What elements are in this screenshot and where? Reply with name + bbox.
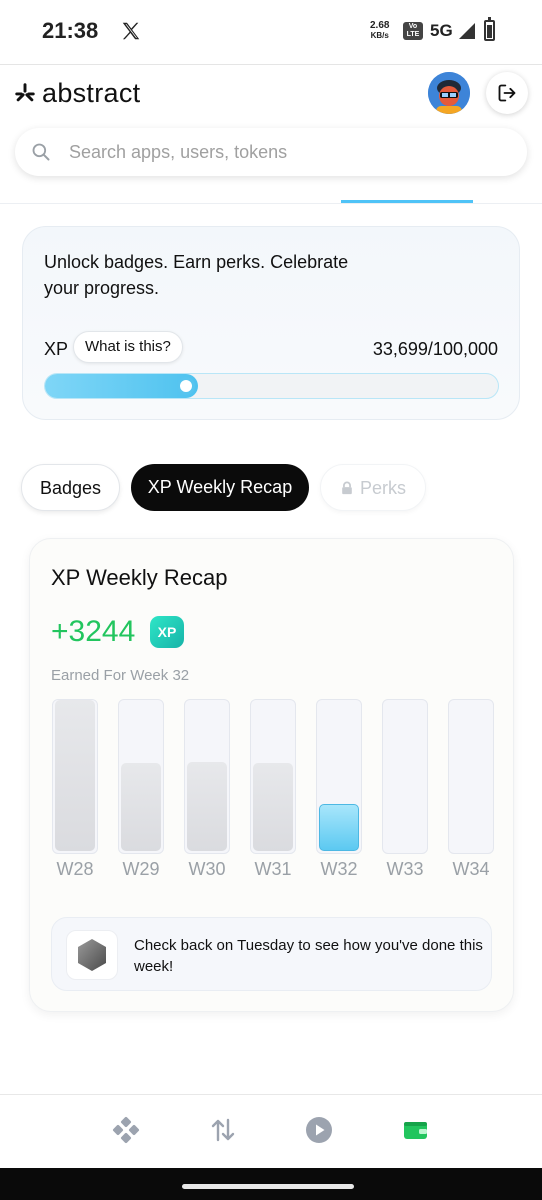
chart-bar-w31 — [250, 699, 296, 854]
chart-label-w34: W34 — [452, 859, 490, 879]
xp-progress-fill — [45, 374, 198, 398]
chart-bar-fill-w28 — [55, 700, 95, 851]
avatar-image — [428, 72, 470, 114]
brand-name: abstract — [42, 77, 141, 108]
status-divider — [0, 64, 542, 65]
xp-badge-icon: XP — [150, 616, 184, 648]
nav-swap[interactable] — [208, 1115, 238, 1145]
weekly-xp-bar-chart: W28 W29 W30 W31 W32 W33 W34 — [30, 699, 515, 889]
chart-label-w31: W31 — [254, 859, 292, 879]
chart-bar-w32 — [316, 699, 362, 854]
status-time: 21:38 — [42, 18, 99, 43]
logout-icon — [498, 84, 516, 102]
xp-progress-knob — [177, 377, 195, 395]
search-input[interactable] — [69, 141, 489, 163]
xp-label: XP — [44, 339, 69, 359]
recap-title: XP Weekly Recap — [51, 565, 228, 590]
play-icon — [306, 1117, 332, 1143]
chart-bar-fill-w32 — [319, 804, 359, 851]
recap-earned-label: Earned For Week 32 — [51, 667, 190, 684]
network-speed: 2.68 KB/s — [370, 21, 389, 41]
xp-progress-bar — [44, 373, 499, 399]
nav-wallet[interactable] — [400, 1115, 430, 1145]
tabs-divider — [0, 203, 542, 204]
network-type: 5G — [430, 21, 453, 40]
chart-label-w33: W33 — [386, 859, 424, 879]
tab-xp-weekly-recap[interactable]: XP Weekly Recap — [131, 464, 309, 511]
logout-button[interactable] — [486, 72, 528, 114]
network-speed-value: 2.68 — [370, 20, 390, 31]
tab-perks[interactable]: Perks — [320, 464, 426, 511]
wallet-icon — [404, 1122, 427, 1139]
volte-bottom: LTE — [406, 31, 420, 38]
chart-label-w32: W32 — [320, 859, 358, 879]
xp-weekly-recap-card: XP Weekly Recap +3244 XP Earned For Week… — [29, 538, 514, 1012]
recap-info-text: Check back on Tuesday to see how you've … — [134, 937, 483, 975]
recap-xp-amount: +3244 — [51, 615, 136, 648]
progress-tagline: Unlock badges. Earn perks. Celebrate you… — [44, 252, 349, 298]
volte-icon: Vo LTE — [403, 22, 423, 40]
x-app-icon — [122, 22, 140, 40]
chart-bar-fill-w29 — [121, 763, 161, 851]
status-bar: 21:38 2.68 KB/s Vo LTE 5G — [0, 0, 542, 64]
system-gesture-bar — [0, 1168, 542, 1200]
chart-bar-w29 — [118, 699, 164, 854]
network-speed-unit: KB/s — [370, 31, 389, 40]
badge-placeholder-icon — [66, 930, 118, 980]
chart-bar-w28 — [52, 699, 98, 854]
tab-badges[interactable]: Badges — [21, 464, 120, 511]
discover-icon — [112, 1116, 140, 1144]
chart-label-w30: W30 — [188, 859, 226, 879]
chart-bar-w30 — [184, 699, 230, 854]
chart-label-w29: W29 — [122, 859, 160, 879]
xp-count: 33,699/100,000 — [372, 339, 498, 359]
hexagon-badge-icon — [78, 939, 106, 971]
volte-top: Vo — [408, 23, 418, 30]
battery-icon — [484, 17, 495, 41]
lock-icon — [342, 481, 352, 495]
avatar[interactable] — [428, 72, 470, 114]
chart-bar-w33 — [382, 699, 428, 854]
nav-play[interactable] — [304, 1115, 334, 1145]
recap-info-box: Check back on Tuesday to see how you've … — [51, 917, 492, 991]
what-is-this-button[interactable]: What is this? — [73, 331, 183, 363]
gesture-handle[interactable] — [182, 1184, 354, 1189]
chart-bar-fill-w31 — [253, 763, 293, 851]
abstract-logo-icon — [15, 83, 35, 102]
search-bar[interactable] — [15, 128, 527, 176]
xp-progress-card: Unlock badges. Earn perks. Celebrate you… — [22, 226, 520, 420]
search-icon — [32, 143, 50, 161]
nav-discover[interactable] — [111, 1115, 141, 1145]
signal-icon — [459, 23, 475, 39]
brand-logo[interactable]: abstract — [14, 78, 140, 108]
chart-bar-fill-w30 — [187, 762, 227, 851]
chart-bar-w34 — [448, 699, 494, 854]
tab-perks-label: Perks — [359, 478, 406, 498]
bottom-navigation — [0, 1094, 542, 1168]
swap-icon — [211, 1118, 235, 1142]
chart-label-w28: W28 — [56, 859, 94, 879]
